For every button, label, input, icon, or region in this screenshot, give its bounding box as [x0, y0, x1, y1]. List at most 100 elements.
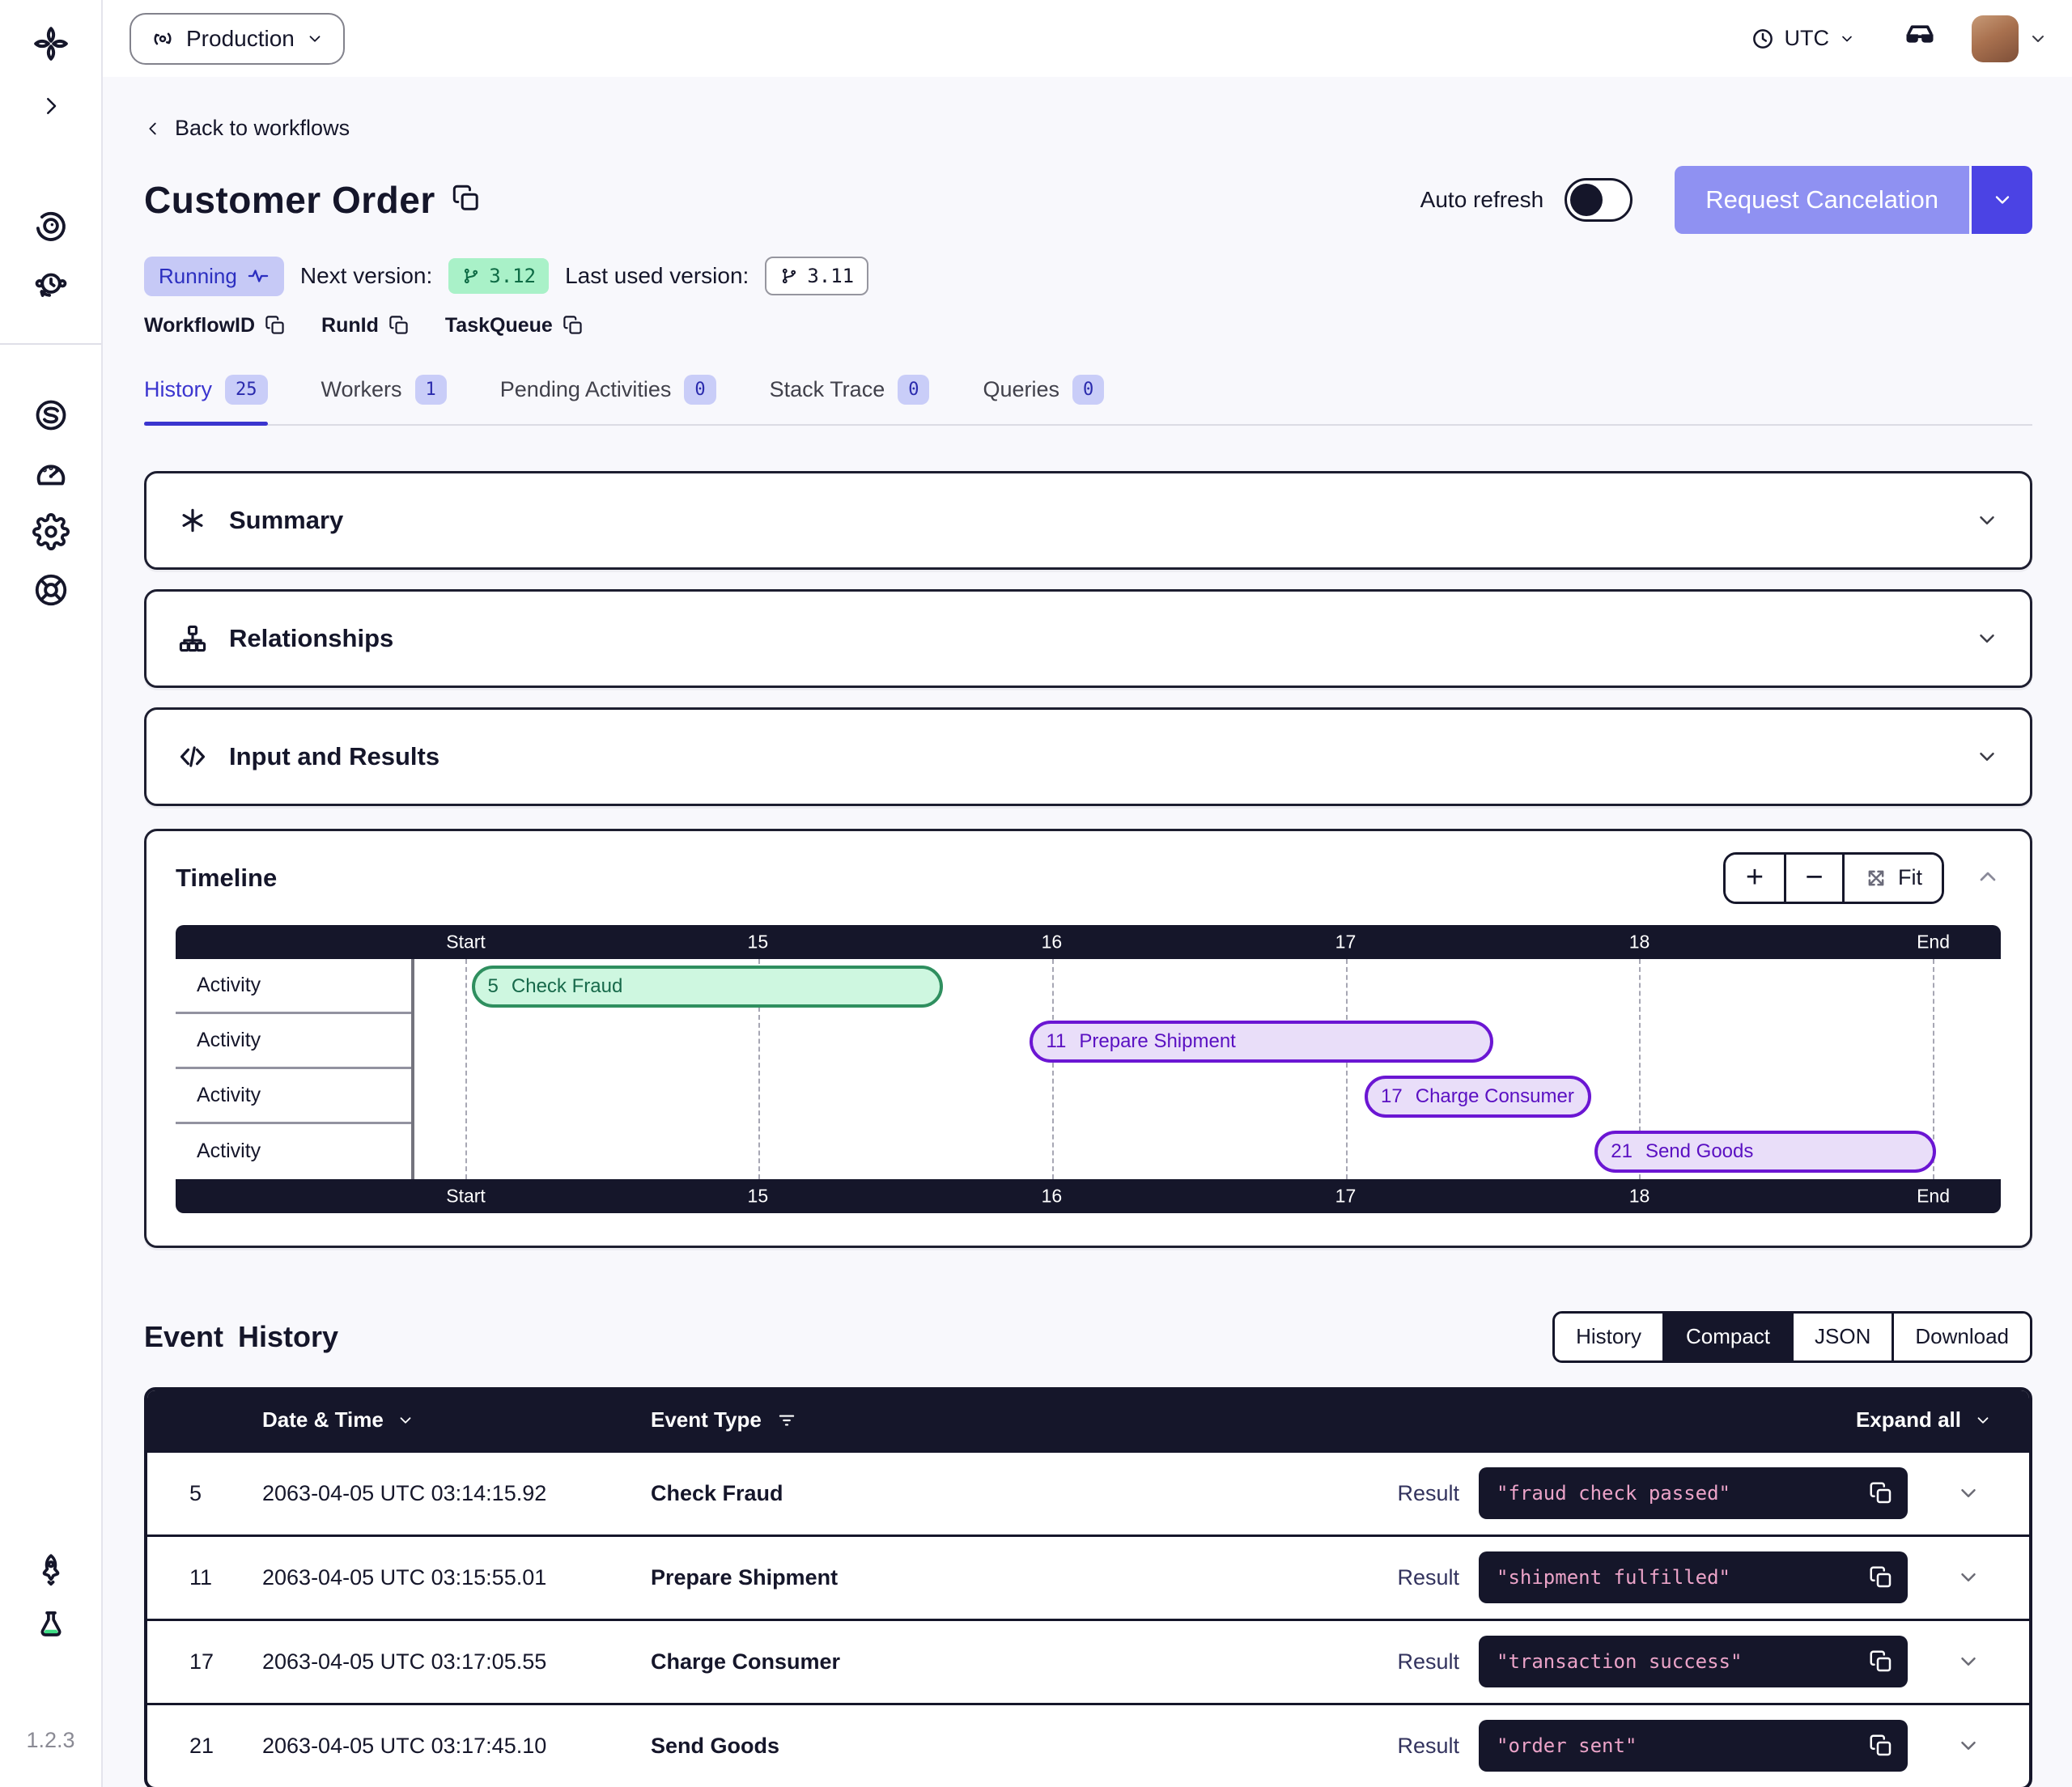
- chevron-down-icon[interactable]: [1975, 508, 1999, 533]
- event-type-column-header[interactable]: Event Type: [651, 1407, 1856, 1433]
- tab-history[interactable]: History25: [144, 375, 268, 424]
- tab-queries[interactable]: Queries0: [983, 375, 1104, 424]
- cancel-menu-chevron[interactable]: [1969, 166, 2032, 234]
- schedules-nav-icon[interactable]: [32, 265, 70, 303]
- event-row[interactable]: 212063-04-05 UTC 03:17:45.10Send GoodsRe…: [147, 1703, 2029, 1787]
- namespace-switcher[interactable]: Production: [130, 13, 345, 65]
- event-history-table: Date & Time Event Type Expand all 52063-…: [144, 1387, 2032, 1787]
- timeline-row-labels: ActivityActivityActivityActivity: [176, 959, 414, 1179]
- copy-title-button[interactable]: [452, 184, 481, 215]
- timeline-panel: Timeline + − Fit Start15161718End Activi…: [144, 829, 2032, 1248]
- event-row[interactable]: 52063-04-05 UTC 03:14:15.92Check FraudRe…: [147, 1450, 2029, 1534]
- last-version-label: Last used version:: [565, 263, 749, 289]
- top-bar: Production UTC: [103, 0, 2072, 77]
- chevron-down-icon[interactable]: [1975, 626, 1999, 651]
- zoom-in-button[interactable]: +: [1726, 855, 1784, 902]
- timeline-bar-charge-consumer[interactable]: 17 Charge Consumer: [1365, 1076, 1591, 1118]
- zoom-out-button[interactable]: −: [1784, 855, 1842, 902]
- labs-glasses-button[interactable]: [1902, 19, 1938, 57]
- section-title: Summary: [229, 506, 343, 535]
- view-mode-json[interactable]: JSON: [1791, 1314, 1892, 1360]
- request-cancelation-label: Request Cancelation: [1675, 166, 1969, 234]
- auto-refresh-label: Auto refresh: [1420, 187, 1544, 213]
- scale-label: 17: [1335, 1185, 1357, 1207]
- event-id: 17: [189, 1649, 262, 1675]
- gridline: [1346, 959, 1348, 1179]
- view-mode-history[interactable]: History: [1555, 1314, 1662, 1360]
- timeline-chart: Start15161718End ActivityActivityActivit…: [176, 925, 2001, 1213]
- back-link[interactable]: Back to workflows: [144, 116, 350, 141]
- account-menu-chevron[interactable]: [2028, 29, 2048, 49]
- event-row[interactable]: 172063-04-05 UTC 03:17:05.55Charge Consu…: [147, 1619, 2029, 1703]
- copy-runid-button[interactable]: RunId: [321, 314, 410, 337]
- timezone-selector[interactable]: UTC: [1751, 26, 1856, 51]
- chevron-down-icon: [1974, 1411, 1992, 1429]
- chevron-down-icon: [1956, 1481, 1981, 1505]
- copy-icon[interactable]: [1869, 1649, 1893, 1674]
- getting-started-nav-icon[interactable]: [33, 1551, 69, 1587]
- glasses-icon: [1902, 19, 1938, 55]
- settings-nav-icon[interactable]: [32, 513, 70, 550]
- copy-icon: [265, 315, 286, 336]
- expand-row-chevron[interactable]: [1908, 1565, 2029, 1590]
- bar-event-id: 17: [1381, 1085, 1403, 1108]
- request-cancelation-button[interactable]: Request Cancelation: [1675, 166, 2032, 234]
- temporal-logo-icon[interactable]: [32, 24, 70, 63]
- view-mode-compact[interactable]: Compact: [1662, 1314, 1791, 1360]
- copy-icon[interactable]: [1869, 1734, 1893, 1758]
- timeline-row-label: Activity: [176, 1069, 411, 1124]
- cloud-nav-icon[interactable]: [32, 397, 70, 434]
- scale-label: 15: [748, 1185, 769, 1207]
- workflows-nav-icon[interactable]: [32, 207, 70, 244]
- copy-icon[interactable]: [1869, 1481, 1893, 1505]
- status-badge: Running: [144, 257, 284, 296]
- expand-row-chevron[interactable]: [1908, 1734, 2029, 1758]
- tab-pending-activities[interactable]: Pending Activities0: [500, 375, 716, 424]
- next-version-badge: 3.12: [448, 258, 549, 294]
- view-mode-download[interactable]: Download: [1892, 1314, 2030, 1360]
- fit-label: Fit: [1898, 865, 1922, 890]
- tab-stack-trace[interactable]: Stack Trace0: [770, 375, 930, 424]
- tab-count-badge: 1: [415, 375, 447, 405]
- chevron-down-icon: [1956, 1649, 1981, 1674]
- event-row[interactable]: 112063-04-05 UTC 03:15:55.01Prepare Ship…: [147, 1534, 2029, 1619]
- section-summary[interactable]: Summary: [144, 471, 2032, 570]
- chevron-down-icon[interactable]: [1975, 745, 1999, 769]
- bar-label: Send Goods: [1645, 1140, 1753, 1163]
- usage-nav-icon[interactable]: [32, 455, 70, 492]
- section-input-and-results[interactable]: Input and Results: [144, 707, 2032, 806]
- bar-label: Charge Consumer: [1416, 1085, 1574, 1108]
- expand-row-chevron[interactable]: [1908, 1649, 2029, 1674]
- tab-count-badge: 0: [1072, 375, 1104, 405]
- copy-workflowid-button[interactable]: WorkflowID: [144, 314, 286, 337]
- fit-button[interactable]: Fit: [1842, 855, 1942, 902]
- labs-nav-icon[interactable]: [33, 1608, 69, 1644]
- copy-icon[interactable]: [1869, 1565, 1893, 1590]
- timeline-collapse-button[interactable]: [1975, 864, 2001, 892]
- auto-refresh-toggle[interactable]: [1565, 178, 1633, 222]
- expand-all-button[interactable]: Expand all: [1856, 1407, 1992, 1433]
- tab-workers[interactable]: Workers 1: [321, 375, 447, 424]
- result-value: "shipment fulfilled": [1497, 1566, 1869, 1589]
- bar-label: Check Fraud: [512, 975, 622, 998]
- tab-count-badge: 0: [684, 375, 715, 405]
- date-time-column-header[interactable]: Date & Time: [262, 1407, 651, 1433]
- support-nav-icon[interactable]: [32, 571, 70, 609]
- tab-label: Workers: [321, 377, 402, 402]
- next-version-label: Next version:: [300, 263, 432, 289]
- section-relationships[interactable]: Relationships: [144, 589, 2032, 688]
- filter-icon: [776, 1410, 797, 1431]
- chevron-down-icon: [1956, 1734, 1981, 1758]
- chevron-down-icon: [1991, 189, 2014, 211]
- bar-label: Prepare Shipment: [1079, 1030, 1235, 1053]
- bar-event-id: 5: [488, 975, 499, 998]
- timeline-bar-check-fraud[interactable]: 5 Check Fraud: [472, 966, 943, 1008]
- copy-taskqueue-button[interactable]: TaskQueue: [445, 314, 584, 337]
- id-label: WorkflowID: [144, 314, 255, 337]
- timeline-bar-send-goods[interactable]: 21Send Goods: [1594, 1131, 1935, 1173]
- event-timestamp: 2063-04-05 UTC 03:15:55.01: [262, 1565, 651, 1590]
- sidebar-expand-button[interactable]: [39, 94, 63, 118]
- expand-row-chevron[interactable]: [1908, 1481, 2029, 1505]
- timeline-bar-prepare-shipment[interactable]: 11Prepare Shipment: [1030, 1021, 1492, 1063]
- avatar[interactable]: [1972, 15, 2019, 62]
